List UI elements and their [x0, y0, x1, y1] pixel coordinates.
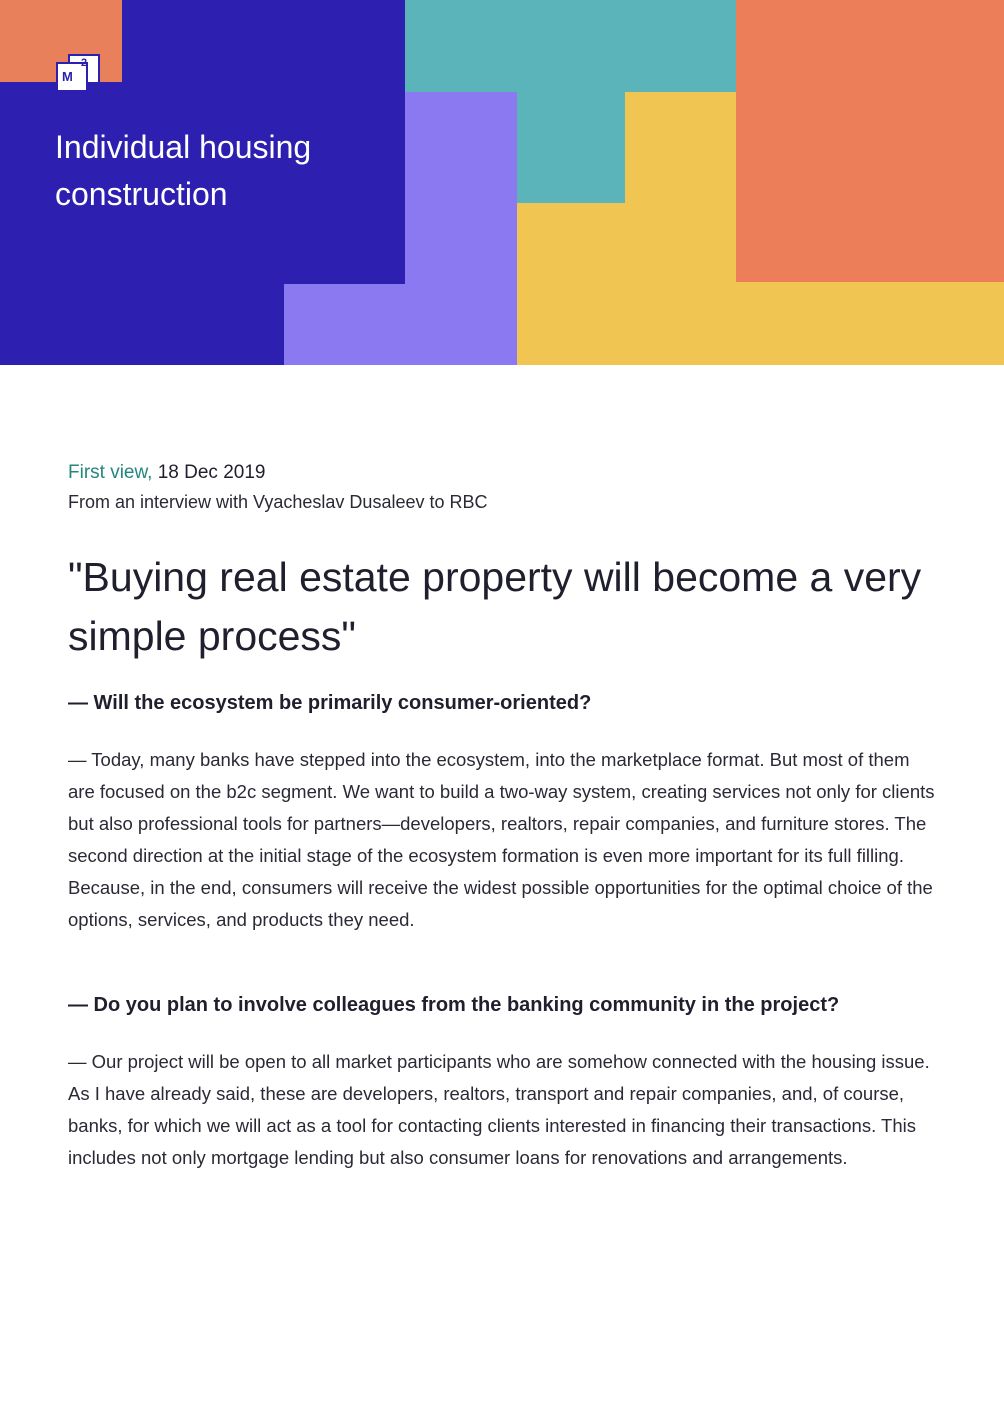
meta-subtitle: From an interview with Vyacheslav Dusale…	[68, 492, 488, 512]
answer-1: — Today, many banks have stepped into th…	[68, 749, 935, 930]
hero-banner: M 2 Individual housing construction	[0, 0, 1004, 365]
article-headline: "Buying real estate property will become…	[68, 554, 922, 659]
logo-superscript: 2	[81, 57, 88, 69]
source-name: First view,	[68, 462, 153, 483]
lavender-block-2	[405, 92, 517, 365]
m2-logo[interactable]: M 2	[56, 54, 100, 92]
meta-line: First view, 18 Dec 2019	[68, 459, 938, 487]
teal-block	[405, 0, 736, 92]
question-2: — Do you plan to involve colleagues from…	[68, 994, 840, 1016]
logo-letter: M	[62, 69, 73, 84]
question-1: — Will the ecosystem be primarily consum…	[68, 692, 592, 714]
teal-block-2	[517, 92, 625, 203]
hero-title: Individual housing construction	[55, 129, 312, 212]
orange-block	[736, 0, 1004, 282]
yellow-block-2	[517, 203, 625, 365]
yellow-block-3	[736, 282, 1004, 365]
answer-2: — Our project will be open to all market…	[68, 1051, 930, 1168]
yellow-block	[625, 92, 736, 365]
article-meta: First view, 18 Dec 2019 From an intervie…	[68, 459, 938, 517]
publication-date: 18 Dec 2019	[157, 462, 266, 483]
lavender-block	[284, 284, 405, 365]
